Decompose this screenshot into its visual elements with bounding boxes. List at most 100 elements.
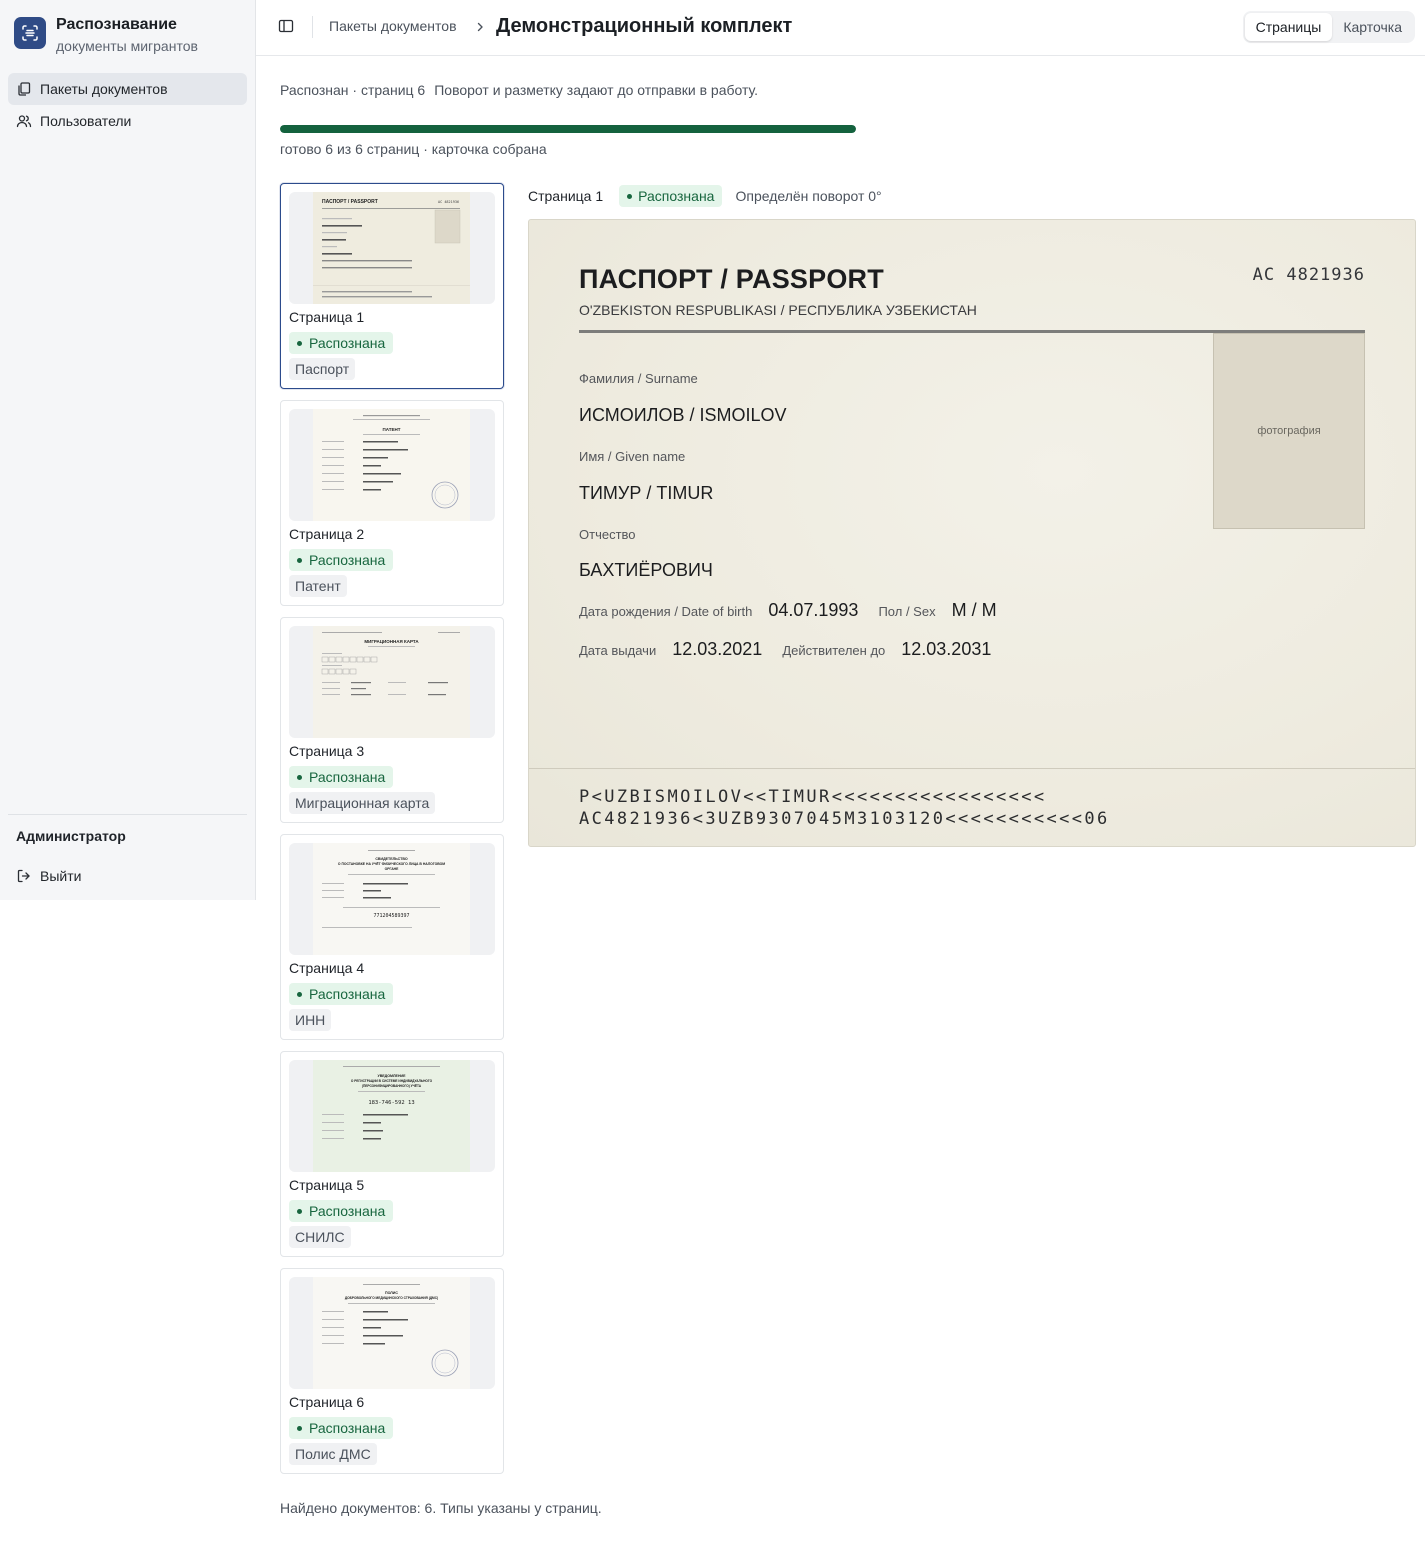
- document-preview[interactable]: ПАСПОРТ / PASSPORT AC 4821936 O'ZBEKISTO…: [528, 219, 1416, 847]
- mrz-line-2: AC4821936<3UZB9307045M3103120<<<<<<<<<<<…: [579, 809, 1110, 829]
- sidebar-nav: Пакеты документов Пользователи: [8, 73, 247, 137]
- thumbnail-page-label: Страница 1: [289, 309, 365, 325]
- svg-text:AC 4821936: AC 4821936: [438, 200, 459, 204]
- progress-bar: [280, 125, 856, 133]
- breadcrumb-link[interactable]: Пакеты документов: [329, 18, 457, 34]
- status-dot-icon: [297, 991, 302, 997]
- svg-text:183-746-592 13: 183-746-592 13: [368, 1100, 414, 1106]
- sidebar-item-packages[interactable]: Пакеты документов: [8, 73, 247, 105]
- svg-text:ПАСПОРТ / PASSPORT: ПАСПОРТ / PASSPORT: [322, 199, 378, 205]
- thumbnail-page-label: Страница 4: [289, 960, 365, 976]
- dms-policy-thumbnail: ПОЛИС ДОБРОВОЛЬНОГО МЕДИЦИНСКОГО СТРАХОВ…: [313, 1277, 470, 1389]
- logout-icon: [17, 869, 30, 883]
- logout-container: Выйти: [8, 860, 247, 892]
- document-issuer: O'ZBEKISTON RESPUBLIKASI / РЕСПУБЛИКА УЗ…: [579, 302, 977, 318]
- document-type-tag: ИНН: [289, 1009, 332, 1031]
- dob-label: Дата рождения / Date of birth: [579, 604, 753, 619]
- surname-label: Фамилия / Surname: [579, 371, 698, 386]
- svg-text:УВЕДОМЛЕНИЕ: УВЕДОМЛЕНИЕ: [377, 1074, 406, 1078]
- page-thumbnail-5[interactable]: УВЕДОМЛЕНИЕ О РЕГИСТРАЦИИ В СИСТЕМЕ ИНДИ…: [280, 1051, 504, 1257]
- tab-card[interactable]: Карточка: [1332, 13, 1413, 41]
- dob-sex-row: Дата рождения / Date of birth 04.07.1993…: [579, 600, 1017, 621]
- status-dot-icon: [297, 1208, 302, 1214]
- thumbnail-image: СВИДЕТЕЛЬСТВО О ПОСТАНОВКЕ НА УЧЁТ ФИЗИЧ…: [289, 843, 495, 955]
- status-dot-icon: [297, 774, 302, 780]
- status-dot-icon: [627, 193, 633, 199]
- page-thumbnail-3[interactable]: МИГРАЦИОННАЯ КАРТА Страница 3 Распознана…: [280, 617, 504, 823]
- preview-status-text: Распознана: [638, 188, 715, 204]
- mrz-divider: [529, 768, 1415, 769]
- status-dot-icon: [297, 1425, 302, 1431]
- page-thumbnail-1[interactable]: ПАСПОРТ / PASSPORT AC 4821936 Страница 1…: [280, 183, 504, 389]
- rotation-info: Определён поворот 0°: [735, 188, 882, 204]
- status-badge: Распознана: [289, 1417, 394, 1439]
- brand[interactable]: Распознавание документы мигрантов: [14, 16, 198, 55]
- thumbnail-image: ПАСПОРТ / PASSPORT AC 4821936: [289, 192, 495, 304]
- package-status: Распознан · страниц 6 Поворот и разметку …: [280, 82, 758, 98]
- document-type-tag: Полис ДМС: [289, 1443, 377, 1465]
- thumbnail-image: МИГРАЦИОННАЯ КАРТА: [289, 626, 495, 738]
- svg-text:О РЕГИСТРАЦИИ В СИСТЕМЕ ИНДИВИ: О РЕГИСТРАЦИИ В СИСТЕМЕ ИНДИВИДУАЛЬНОГО: [351, 1079, 433, 1083]
- svg-text:ПОЛИС: ПОЛИС: [385, 1291, 398, 1295]
- logout-button[interactable]: Выйти: [8, 860, 247, 892]
- issue-date-label: Дата выдачи: [579, 643, 657, 658]
- progress-fill: [280, 125, 856, 133]
- document-number: AC 4821936: [1252, 265, 1365, 285]
- document-type-tag: СНИЛС: [289, 1226, 351, 1248]
- documents-icon: [18, 82, 31, 96]
- status-hint: Поворот и разметку задают до отправки в …: [434, 82, 759, 98]
- sidebar-toggle-icon: [278, 19, 294, 33]
- thumbnail-page-label: Страница 3: [289, 743, 365, 759]
- status-dot-icon: [297, 557, 302, 563]
- document-scan-icon: [14, 17, 46, 49]
- users-icon: [16, 115, 32, 128]
- top-header: Пакеты документов Демонстрационный компл…: [256, 0, 1425, 56]
- sidebar-item-label: Пакеты документов: [40, 81, 168, 97]
- document-type-tag: Миграционная карта: [289, 792, 436, 814]
- photo-placeholder: фотография: [1213, 333, 1365, 529]
- issue-date-value: 12.03.2021: [672, 639, 763, 659]
- patronymic-label: Отчество: [579, 527, 636, 542]
- given-name-value: ТИМУР / TIMUR: [579, 483, 714, 503]
- header-divider: [312, 16, 313, 38]
- migration-card-thumbnail: МИГРАЦИОННАЯ КАРТА: [313, 626, 470, 738]
- status-badge-text: Распознана: [309, 769, 386, 785]
- thumbnail-image: ПАТЕНТ: [289, 409, 495, 521]
- sidebar-item-label: Пользователи: [40, 113, 132, 129]
- preview-page-label: Страница 1: [528, 188, 604, 204]
- sex-label: Пол / Sex: [878, 604, 936, 619]
- document-type-tag: Паспорт: [289, 358, 356, 380]
- tab-pages[interactable]: Страницы: [1244, 13, 1333, 41]
- thumbnail-page-label: Страница 5: [289, 1177, 365, 1193]
- preview-header: Страница 1 Распознана Определён поворот …: [528, 185, 882, 207]
- svg-text:О ПОСТАНОВКЕ НА УЧЁТ ФИЗИЧЕСКО: О ПОСТАНОВКЕ НА УЧЁТ ФИЗИЧЕСКОГО ЛИЦА В …: [338, 862, 445, 866]
- user-role: Администратор: [16, 828, 126, 844]
- page-thumbnail-6[interactable]: ПОЛИС ДОБРОВОЛЬНОГО МЕДИЦИНСКОГО СТРАХОВ…: [280, 1268, 504, 1474]
- sidebar-item-users[interactable]: Пользователи: [8, 105, 247, 137]
- chevron-right-icon: [474, 20, 486, 38]
- inn-thumbnail: СВИДЕТЕЛЬСТВО О ПОСТАНОВКЕ НА УЧЁТ ФИЗИЧ…: [313, 843, 470, 955]
- status-badge-text: Распознана: [309, 986, 386, 1002]
- patent-thumbnail: ПАТЕНТ: [313, 409, 470, 521]
- sidebar: Распознавание документы мигрантов Пакеты…: [0, 0, 256, 900]
- svg-text:МИГРАЦИОННАЯ КАРТА: МИГРАЦИОННАЯ КАРТА: [364, 639, 419, 644]
- svg-text:СВИДЕТЕЛЬСТВО: СВИДЕТЕЛЬСТВО: [375, 857, 408, 861]
- page-thumbnail-2[interactable]: ПАТЕНТ Страница 2 Распознана Патент: [280, 400, 504, 606]
- valid-until-value: 12.03.2031: [901, 639, 992, 659]
- status-badge-text: Распознана: [309, 552, 386, 568]
- status-badge-text: Распознана: [309, 335, 386, 351]
- page-thumbnails: ПАСПОРТ / PASSPORT AC 4821936 Страница 1…: [280, 183, 504, 1485]
- snils-thumbnail: УВЕДОМЛЕНИЕ О РЕГИСТРАЦИИ В СИСТЕМЕ ИНДИ…: [313, 1060, 470, 1172]
- sidebar-divider: [8, 814, 247, 815]
- sidebar-toggle-button[interactable]: [278, 18, 294, 39]
- given-name-label: Имя / Given name: [579, 449, 686, 464]
- status-badge: Распознана: [289, 766, 394, 788]
- sex-value: M / M: [951, 600, 997, 620]
- status-summary: Распознан · страниц 6: [280, 82, 426, 98]
- page-title: Демонстрационный комплект: [496, 15, 793, 37]
- document-type-tag: Патент: [289, 575, 347, 597]
- preview-status-badge: Распознана: [619, 185, 723, 207]
- svg-text:ОРГАНЕ: ОРГАНЕ: [385, 867, 400, 871]
- page-thumbnail-4[interactable]: СВИДЕТЕЛЬСТВО О ПОСТАНОВКЕ НА УЧЁТ ФИЗИЧ…: [280, 834, 504, 1040]
- valid-until-label: Действителен до: [782, 643, 886, 658]
